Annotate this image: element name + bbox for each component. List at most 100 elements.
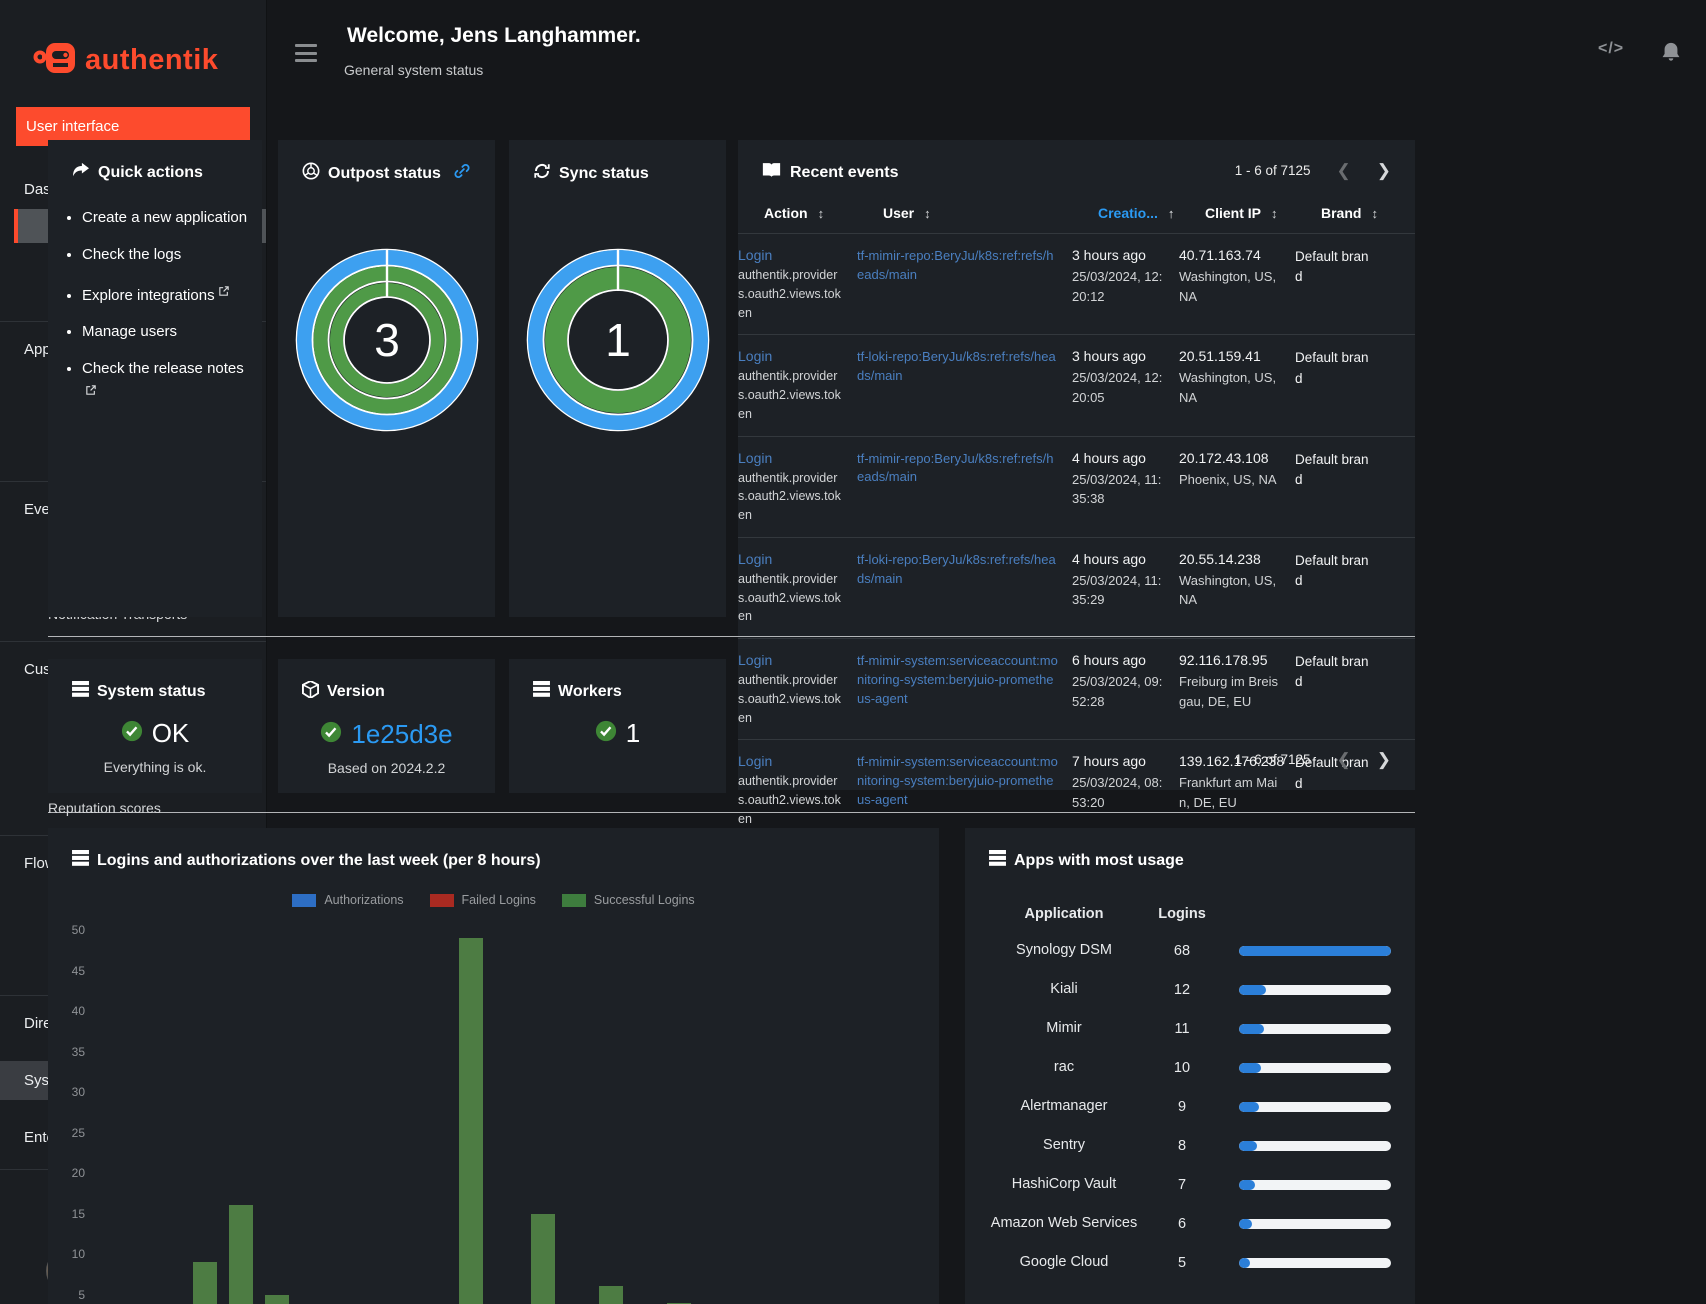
apps-row-sentry: Sentry 8 xyxy=(965,1126,1415,1165)
api-browser-icon[interactable]: </> xyxy=(1598,40,1624,58)
sort-icon[interactable]: ↕ xyxy=(924,206,931,221)
apps-row-google-cloud: Google Cloud 5 xyxy=(965,1243,1415,1282)
external-link-icon xyxy=(218,281,229,303)
apps-usage-table: Application Logins Synology DSM 68 Kiali 12… xyxy=(965,897,1415,1282)
event-client-ip-cell: 92.116.178.95 Freiburg im Breisgau, DE, E… xyxy=(1179,652,1281,727)
event-user-link[interactable]: tf-mimir-system:serviceaccount:monitorin… xyxy=(857,754,1058,807)
pagination-prev-icon[interactable]: ❮ xyxy=(1337,751,1351,768)
event-created-cell: 4 hours ago 25/03/2024, 11:35:29 xyxy=(1072,551,1165,626)
sort-icon[interactable]: ↕ xyxy=(1271,206,1278,221)
event-client-geo: Frankfurt am Main, DE, EU xyxy=(1179,775,1278,810)
bar-successful-logins xyxy=(265,1294,289,1304)
event-action-link[interactable]: Login xyxy=(738,450,843,466)
event-created-relative: 3 hours ago xyxy=(1072,348,1146,365)
version-value-link[interactable]: 1e25d3e xyxy=(351,719,452,750)
quick-actions-title: Quick actions xyxy=(98,163,203,181)
bar-successful-logins xyxy=(531,1213,555,1304)
quick-action-explore-integrations[interactable]: Explore integrations xyxy=(82,281,252,307)
app-usage-bar xyxy=(1225,984,1391,995)
event-user-link[interactable]: tf-mimir-repo:BeryJu/k8s:ref:refs/heads/… xyxy=(857,248,1054,282)
event-created-absolute: 25/03/2024, 12:20:12 xyxy=(1072,269,1163,304)
pagination-next-icon[interactable]: ❯ xyxy=(1377,751,1391,768)
progress-track xyxy=(1239,945,1391,956)
event-action-link[interactable]: Login xyxy=(738,551,843,567)
event-user-link[interactable]: tf-loki-repo:BeryJu/k8s:ref:refs/heads/m… xyxy=(857,552,1056,586)
section-divider xyxy=(48,636,1415,637)
progress-fill xyxy=(1239,1062,1262,1073)
sidebar-item-reputation-scores[interactable]: Reputation scores xyxy=(0,791,266,825)
events-pagination-bottom: 1 - 6 of 7125 ❮ ❯ xyxy=(1235,751,1391,768)
system-status-title: System status xyxy=(97,682,206,700)
event-user-link[interactable]: tf-mimir-system:serviceaccount:monitorin… xyxy=(857,653,1058,706)
notifications-bell-icon[interactable] xyxy=(1660,40,1682,69)
quick-action-check-the-release-notes[interactable]: Check the release notes xyxy=(82,358,252,406)
event-user-link[interactable]: tf-loki-repo:BeryJu/k8s:ref:refs/heads/m… xyxy=(857,349,1056,383)
quick-action-create-a-new-application[interactable]: Create a new application xyxy=(82,207,252,229)
event-client-ip-cell: 40.71.163.74 Washington, US, NA xyxy=(1179,247,1281,322)
system-status-card: System status OK Everything is ok. xyxy=(48,659,262,793)
app-logins-count: 9 xyxy=(1177,1098,1187,1115)
sort-icon[interactable]: ↕ xyxy=(818,206,825,221)
event-brand-cell: Default brand xyxy=(1295,552,1369,588)
apps-row-alertmanager: Alertmanager 9 xyxy=(965,1087,1415,1126)
y-tick-label: 5 xyxy=(78,1287,85,1302)
event-user-cell: tf-mimir-system:serviceaccount:monitorin… xyxy=(857,753,1058,828)
page: authentik User interface DashboardsOverv… xyxy=(0,0,1706,1304)
pagination-next-icon[interactable]: ❯ xyxy=(1377,162,1391,179)
apps-row-kiali: Kiali 12 xyxy=(965,970,1415,1009)
book-icon xyxy=(762,162,781,183)
event-brand-cell: Default brand xyxy=(1295,350,1369,386)
event-action-link[interactable]: Login xyxy=(738,247,843,263)
section-divider xyxy=(48,812,1415,813)
event-context: authentik.providers.oauth2.views.token xyxy=(738,571,841,624)
quick-action-manage-users[interactable]: Manage users xyxy=(82,321,252,343)
event-action-link[interactable]: Login xyxy=(738,652,843,668)
event-user-cell: tf-loki-repo:BeryJu/k8s:ref:refs/heads/m… xyxy=(857,348,1058,423)
quick-actions-list: Create a new application Check the logs Ex… xyxy=(82,207,252,406)
menu-toggle-icon[interactable] xyxy=(295,44,317,62)
events-col-creatio-: Creatio... ↑ xyxy=(1098,183,1191,233)
system-status-value: OK xyxy=(151,718,190,748)
progress-track xyxy=(1239,1179,1391,1190)
progress-track xyxy=(1239,1140,1391,1151)
progress-fill xyxy=(1239,1101,1260,1112)
event-created-absolute: 25/03/2024, 12:20:05 xyxy=(1072,370,1163,405)
events-col-user: User ↕ xyxy=(883,183,1084,233)
event-created-cell: 4 hours ago 25/03/2024, 11:35:38 xyxy=(1072,450,1165,525)
sync-count: 1 xyxy=(605,314,631,366)
event-context: authentik.providers.oauth2.views.token xyxy=(738,673,841,725)
quick-action-label: Check the release notes xyxy=(82,360,244,377)
app-usage-bar xyxy=(1225,1140,1391,1151)
app-logins-count: 12 xyxy=(1173,981,1191,998)
sort-icon[interactable]: ↕ xyxy=(1371,206,1378,221)
event-client-geo: Washington, US, NA xyxy=(1179,572,1277,608)
event-action-link[interactable]: Login xyxy=(738,753,843,769)
event-user-link[interactable]: tf-mimir-repo:BeryJu/k8s:ref:refs/heads/… xyxy=(857,451,1054,485)
app-name: Amazon Web Services xyxy=(990,1215,1138,1232)
sync-status-card: Sync status 1 xyxy=(509,140,726,617)
y-tick-label: 10 xyxy=(71,1247,85,1261)
apps-row-mimir: Mimir 11 xyxy=(965,1009,1415,1048)
event-client-geo: Phoenix, US, NA xyxy=(1179,471,1277,487)
event-action-link[interactable]: Login xyxy=(738,348,843,364)
y-tick-label: 20 xyxy=(71,1166,85,1180)
event-created-absolute: 25/03/2024, 11:35:29 xyxy=(1072,572,1162,608)
pagination-prev-icon[interactable]: ❮ xyxy=(1337,162,1351,179)
apps-row-hashicorp-vault: HashiCorp Vault 7 xyxy=(965,1165,1415,1204)
event-created-cell: 7 hours ago 25/03/2024, 08:53:20 xyxy=(1072,753,1165,828)
progress-fill xyxy=(1239,984,1266,995)
sort-asc-icon[interactable]: ↑ xyxy=(1168,206,1175,221)
progress-fill xyxy=(1239,1257,1251,1268)
event-action-cell: Login authentik.providers.oauth2.views.to… xyxy=(738,652,843,727)
version-description: Based on 2024.2.2 xyxy=(327,760,446,776)
event-context: authentik.providers.oauth2.views.token xyxy=(738,369,841,421)
progress-track xyxy=(1239,1101,1391,1112)
quick-action-label: Check the logs xyxy=(82,245,182,263)
app-name: Synology DSM xyxy=(1016,942,1112,959)
app-usage-bar xyxy=(1225,945,1391,956)
event-created-relative: 6 hours ago xyxy=(1072,652,1146,668)
table-row: Login authentik.providers.oauth2.views.to… xyxy=(738,233,1415,334)
event-created-cell: 3 hours ago 25/03/2024, 12:20:05 xyxy=(1072,348,1165,423)
outpost-link-icon[interactable] xyxy=(453,162,471,185)
quick-action-check-the-logs[interactable]: Check the logs xyxy=(82,244,252,266)
